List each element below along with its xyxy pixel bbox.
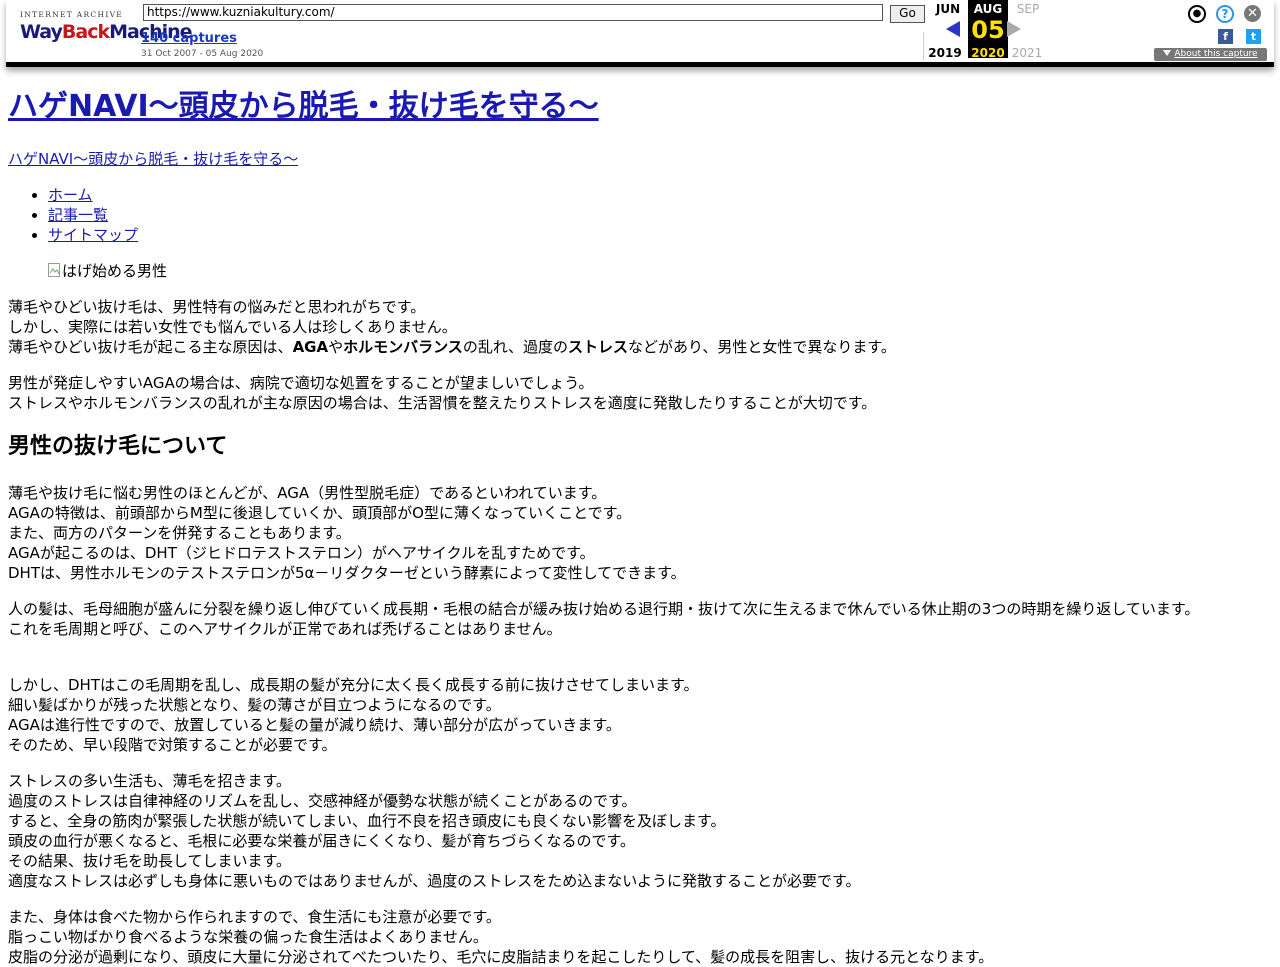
nav-item-sitemap: サイトマップ xyxy=(48,225,138,245)
help-icon[interactable]: ? xyxy=(1216,5,1234,23)
paragraph-line: 過度のストレスは自律神経のリズムを乱し、交感神経が優勢な状態が続くことがあるので… xyxy=(8,792,637,810)
facebook-share-icon[interactable]: f xyxy=(1218,29,1233,44)
paragraph-line: 男性が発症しやすいAGAの場合は、病院で適切な処置をすることが望ましいでしょう。 xyxy=(8,374,594,392)
year-prev-link[interactable]: 2019 xyxy=(925,46,965,60)
paragraph-line: 薄毛やひどい抜け毛が起こる主な原因は、AGAやホルモンバランスの乱れ、過度のスト… xyxy=(8,337,1258,357)
stress-paragraph: ストレスの多い生活も、薄毛を招きます。 過度のストレスは自律神経のリズムを乱し、… xyxy=(8,771,1258,891)
paragraph-line: しかし、DHTはこの毛周期を乱し、成長期の髪が充分に太く長く成長する前に抜けさせ… xyxy=(8,676,699,694)
site-subtitle-link[interactable]: ハゲNAVI～頭皮から脱毛・抜け毛を守る～ xyxy=(8,150,298,168)
paragraph-line: 細い髪ばかりが残った状態となり、髪の薄さが目立つようになるのです。 xyxy=(8,696,501,714)
paragraph-line: AGAは進行性ですので、放置していると髪の量が減り続け、薄い部分が広がっていきま… xyxy=(8,716,621,734)
bold-keyword: ストレス xyxy=(567,338,628,356)
site-subtitle: ハゲNAVI～頭皮から脱毛・抜け毛を守る～ xyxy=(8,149,298,169)
hero-image-alt-text: はげ始める男性 xyxy=(62,262,168,280)
paragraph-line: 皮脂の分泌が過剰になり、頭皮に大量に分泌されてべたついたり、毛穴に皮脂詰まりを起… xyxy=(8,948,994,966)
paragraph-line: また、身体は食べた物から作られますので、食生活にも注意が必要です。 xyxy=(8,908,501,926)
text-span: や xyxy=(328,338,344,356)
prev-capture-arrow-icon[interactable] xyxy=(946,21,960,37)
page-content: ハゲNAVI～頭皮から脱毛・抜け毛を守る～ ハゲNAVI～頭皮から脱毛・抜け毛を… xyxy=(8,80,1258,966)
paragraph-line: ストレスやホルモンバランスの乱れが主な原因の場合は、生活習慣を整えたりストレスを… xyxy=(8,394,877,412)
about-capture-button[interactable]: About this capture xyxy=(1154,48,1267,61)
url-input[interactable]: https://www.kuzniakultury.com/ xyxy=(143,4,883,21)
nav-item-articles: 記事一覧 xyxy=(48,205,138,225)
text-span: などがあり、男性と女性で異なります。 xyxy=(627,338,896,356)
advice-paragraph: 男性が発症しやすいAGAの場合は、病院で適切な処置をすることが望ましいでしょう。… xyxy=(8,373,1258,413)
paragraph-line: AGAが起こるのは、DHT（ジヒドロテストステロン）がヘアサイクルを乱すためです… xyxy=(8,544,595,562)
captures-link[interactable]: 140 captures xyxy=(141,31,237,46)
bold-keyword: ホルモンバランス xyxy=(343,338,463,356)
site-title: ハゲNAVI～頭皮から脱毛・抜け毛を守る～ xyxy=(8,88,1258,126)
month-prev-link[interactable]: JUN xyxy=(928,2,968,16)
about-capture-label: About this capture xyxy=(1174,49,1258,59)
user-account-icon[interactable]: ● xyxy=(1188,5,1206,23)
day-current: 05 xyxy=(971,16,1005,44)
paragraph-line: 薄毛や抜け毛に悩む男性のほとんどが、AGA（男性型脱毛症）であるといわれています… xyxy=(8,484,607,502)
paragraph-line: DHTは、男性ホルモンのテストステロンが5α－リダクターゼという酵素によって変性… xyxy=(8,564,686,582)
wayback-toolbar: INTERNET ARCHIVE WayBackMachine https://… xyxy=(6,0,1274,67)
divider xyxy=(923,32,924,60)
paragraph-line: そのため、早い段階で対策することが必要です。 xyxy=(8,736,337,754)
twitter-share-icon[interactable]: t xyxy=(1246,29,1261,44)
paragraph-line: 人の髪は、毛母細胞が盛んに分裂を繰り返し伸びていく成長期・毛根の結合が緩み抜け始… xyxy=(8,600,1200,618)
text-span: 薄毛やひどい抜け毛が起こる主な原因は、 xyxy=(8,338,293,356)
paragraph-line: 薄毛やひどい抜け毛は、男性特有の悩みだと思われがちです。 xyxy=(8,298,426,316)
go-button[interactable]: Go xyxy=(890,5,925,23)
paragraph-line: その結果、抜け毛を助長してしまいます。 xyxy=(8,852,292,870)
bold-keyword: AGA xyxy=(292,338,329,356)
paragraph-line: これを毛周期と呼び、このヘアサイクルが正常であれば禿げることはありません。 xyxy=(8,620,562,638)
year-current: 2020 xyxy=(971,46,1005,60)
site-title-link[interactable]: ハゲNAVI～頭皮から脱毛・抜け毛を守る～ xyxy=(8,89,599,124)
close-icon[interactable]: ✕ xyxy=(1244,5,1261,22)
section-heading: 男性の抜け毛について xyxy=(8,434,228,459)
broken-image-icon xyxy=(48,263,60,277)
nav-link-home[interactable]: ホーム xyxy=(48,186,93,204)
paragraph-line: また、両方のパターンを併発することもあります。 xyxy=(8,524,351,542)
hair-cycle-paragraph: 人の髪は、毛母細胞が盛んに分裂を繰り返し伸びていく成長期・毛根の結合が緩み抜け始… xyxy=(8,599,1258,639)
paragraph-line: すると、全身の筋肉が緊張した状態が続いてしまい、血行不良を招き頭皮にも良くない影… xyxy=(8,812,726,830)
paragraph-line: ストレスの多い生活も、薄毛を招きます。 xyxy=(8,772,292,790)
logo-way: Way xyxy=(20,21,63,43)
paragraph-line: 適度なストレスは必ずしも身体に悪いものではありませんが、過度のストレスをため込ま… xyxy=(8,872,861,890)
logo-back: Back xyxy=(61,21,110,43)
capture-date-range: 31 Oct 2007 - 05 Aug 2020 xyxy=(141,49,264,59)
nav-link-articles[interactable]: 記事一覧 xyxy=(48,206,108,224)
paragraph-line: しかし、実際には若い女性でも悩んでいる人は珍しくありません。 xyxy=(8,318,457,336)
paragraph-line: 頭皮の血行が悪くなると、毛根に必要な栄養が届きにくくなり、髪が育ちづらくなるので… xyxy=(8,832,636,850)
diet-paragraph: また、身体は食べた物から作られますので、食生活にも注意が必要です。 脂っこい物ば… xyxy=(8,907,1258,967)
paragraph-line: AGAの特徴は、前頭部からM型に後退していくか、頭頂部がO型に薄くなっていくこと… xyxy=(8,504,632,522)
nav-link-sitemap[interactable]: サイトマップ xyxy=(48,226,138,244)
month-next-label: SEP xyxy=(1016,2,1040,16)
caret-down-icon xyxy=(1163,50,1172,56)
nav-item-home: ホーム xyxy=(48,185,138,205)
hero-image-broken: はげ始める男性 xyxy=(48,261,167,281)
year-next-label: 2021 xyxy=(1011,46,1043,60)
aga-paragraph: 薄毛や抜け毛に悩む男性のほとんどが、AGA（男性型脱毛症）であるといわれています… xyxy=(8,483,1258,583)
next-capture-arrow-icon xyxy=(1007,21,1021,37)
text-span: の乱れ、過度の xyxy=(462,338,568,356)
dht-paragraph: しかし、DHTはこの毛周期を乱し、成長期の髪が充分に太く長く成長する前に抜けさせ… xyxy=(8,675,1258,755)
wayback-logo[interactable]: INTERNET ARCHIVE WayBackMachine xyxy=(18,8,193,52)
paragraph-line: 脂っこい物ばかり食べるような栄養の偏った食生活はよくありません。 xyxy=(8,928,488,946)
logo-internet-archive-text: INTERNET ARCHIVE xyxy=(20,10,124,19)
intro-paragraph: 薄毛やひどい抜け毛は、男性特有の悩みだと思われがちです。 しかし、実際には若い女… xyxy=(8,297,1258,357)
main-nav: ホーム 記事一覧 サイトマップ xyxy=(8,185,138,245)
